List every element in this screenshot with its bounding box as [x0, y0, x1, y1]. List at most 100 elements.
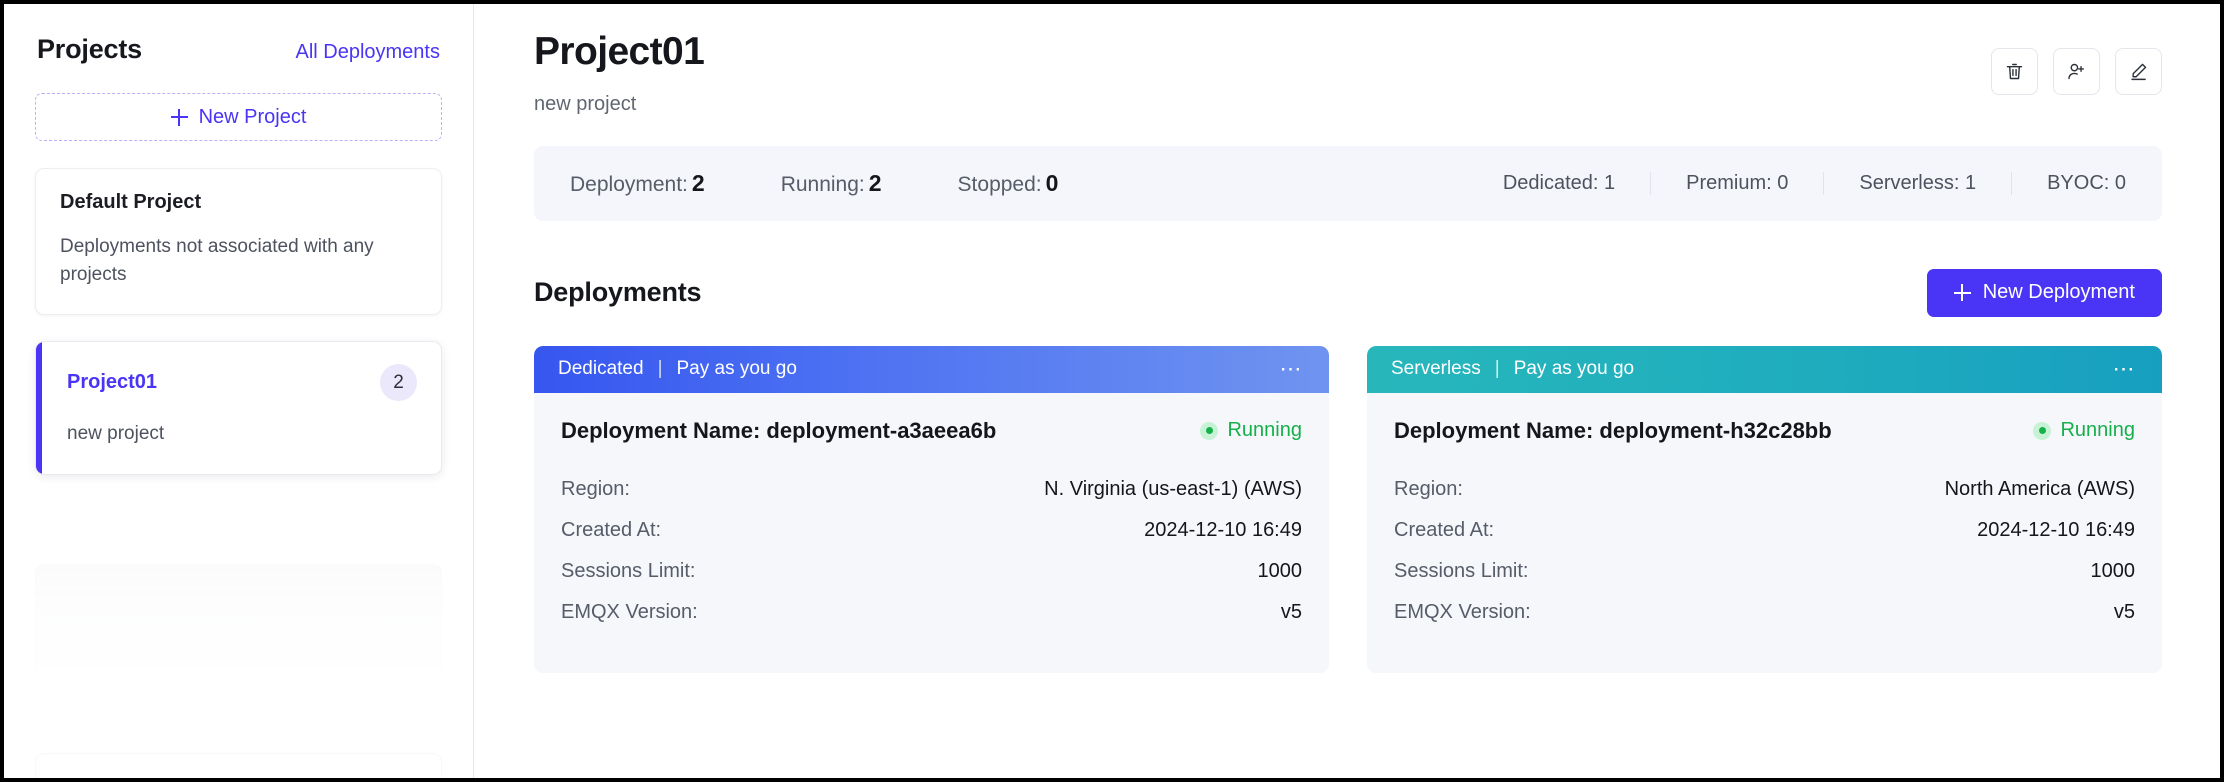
project-card-default[interactable]: Default Project Deployments not associat… [35, 168, 442, 315]
all-deployments-link[interactable]: All Deployments [295, 41, 440, 64]
stat-deployment-label: Deployment: [570, 173, 688, 196]
status-label: Running [1227, 419, 1302, 442]
detail-key: Sessions Limit: [561, 560, 696, 583]
project-stats-bar: Deployment:2 Running:2 Stopped:0 Dedicat… [534, 146, 2162, 221]
new-project-button-label: New Project [199, 106, 307, 129]
deployment-detail-row: Created At: 2024-12-10 16:49 [1394, 510, 2135, 551]
deployment-name-label: Deployment Name: [561, 418, 760, 443]
placeholder-card [35, 753, 442, 778]
detail-key: EMQX Version: [561, 601, 698, 624]
deployment-name-row: Deployment Name: deployment-a3aeea6b Run… [561, 418, 1302, 444]
page-subtitle: new project [534, 93, 704, 116]
deployment-name-row: Deployment Name: deployment-h32c28bb Run… [1394, 418, 2135, 444]
stat-byoc: BYOC: 0 [2012, 172, 2126, 195]
project-card-top-row: Default Project [60, 191, 417, 214]
deployment-card-header: Serverless | Pay as you go ⋯ [1367, 346, 2162, 393]
deployments-header: Deployments New Deployment [534, 269, 2162, 317]
deployments-heading: Deployments [534, 277, 701, 308]
deployment-detail-row: Sessions Limit: 1000 [561, 551, 1302, 592]
deployment-card-header: Dedicated | Pay as you go ⋯ [534, 346, 1329, 393]
status-label: Running [2060, 419, 2135, 442]
stat-stopped-value: 0 [1046, 170, 1059, 196]
detail-key: Region: [1394, 478, 1463, 501]
page-title: Project01 [534, 30, 704, 75]
add-member-button[interactable] [2053, 48, 2100, 95]
deployment-card[interactable]: Dedicated | Pay as you go ⋯ Deployment N… [534, 346, 1329, 673]
status-badge: Running [2017, 419, 2135, 442]
project-description: new project [67, 420, 417, 448]
delete-project-button[interactable] [1991, 48, 2038, 95]
primary-stats: Deployment:2 Running:2 Stopped:0 [570, 170, 1134, 197]
deployment-name: Deployment Name: deployment-h32c28bb [1394, 418, 1832, 444]
project-card-project01[interactable]: Project01 2 new project [35, 341, 442, 475]
project-header: Project01 new project [534, 30, 2162, 116]
stat-running-label: Running: [781, 173, 865, 196]
deployment-detail-row: Sessions Limit: 1000 [1394, 551, 2135, 592]
detail-value: v5 [1281, 601, 1302, 624]
plus-icon [1954, 284, 1971, 301]
deployment-name: Deployment Name: deployment-a3aeea6b [561, 418, 996, 444]
stat-deployment-value: 2 [692, 170, 705, 196]
project-actions [1991, 48, 2162, 95]
new-deployment-button-label: New Deployment [1983, 281, 2135, 304]
detail-key: Region: [561, 478, 630, 501]
separator: | [1495, 358, 1500, 380]
project-name: Default Project [60, 191, 201, 214]
deployment-name-value: deployment-h32c28bb [1599, 418, 1831, 443]
detail-value: 1000 [1258, 560, 1303, 583]
detail-value: v5 [2114, 601, 2135, 624]
placeholder-card [35, 564, 442, 729]
sidebar-title: Projects [37, 34, 142, 65]
deployment-billing: Pay as you go [677, 358, 797, 380]
detail-value: 2024-12-10 16:49 [1144, 519, 1302, 542]
detail-value: North America (AWS) [1945, 478, 2135, 501]
project-description: Deployments not associated with any proj… [60, 233, 417, 288]
detail-key: Sessions Limit: [1394, 560, 1529, 583]
project-card-top-row: Project01 2 [67, 364, 417, 401]
new-deployment-button[interactable]: New Deployment [1927, 269, 2162, 317]
project-name: Project01 [67, 371, 157, 394]
stat-running-value: 2 [869, 170, 882, 196]
status-dot-icon [2033, 422, 2051, 440]
detail-key: Created At: [1394, 519, 1494, 542]
trash-icon [2004, 61, 2025, 82]
new-project-button[interactable]: New Project [35, 93, 442, 141]
projects-sidebar: Projects All Deployments New Project Def… [4, 4, 474, 778]
deployment-detail-row: Region: North America (AWS) [1394, 469, 2135, 510]
stat-running: Running:2 [781, 170, 882, 197]
deployment-more-menu-icon[interactable]: ⋯ [1278, 354, 1306, 384]
sidebar-loading-placeholder [35, 564, 442, 778]
stat-serverless: Serverless: 1 [1824, 172, 2012, 195]
detail-value: 2024-12-10 16:49 [1977, 519, 2135, 542]
deployment-name-label: Deployment Name: [1394, 418, 1593, 443]
deployment-more-menu-icon[interactable]: ⋯ [2111, 354, 2139, 384]
plus-icon [171, 109, 188, 126]
deployment-card[interactable]: Serverless | Pay as you go ⋯ Deployment … [1367, 346, 2162, 673]
edit-project-button[interactable] [2115, 48, 2162, 95]
deployment-detail-row: Region: N. Virginia (us-east-1) (AWS) [561, 469, 1302, 510]
project-deployment-count-badge: 2 [380, 364, 417, 401]
deployment-name-value: deployment-a3aeea6b [766, 418, 996, 443]
deployment-detail-row: EMQX Version: v5 [561, 592, 1302, 633]
stat-deployment: Deployment:2 [570, 170, 705, 197]
deployment-kind: Serverless [1391, 358, 1481, 380]
secondary-stats: Dedicated: 1 Premium: 0 Serverless: 1 BY… [1468, 172, 2126, 195]
app-window: Projects All Deployments New Project Def… [0, 0, 2224, 782]
deployment-kind: Dedicated [558, 358, 644, 380]
deployment-billing: Pay as you go [1514, 358, 1634, 380]
stat-dedicated: Dedicated: 1 [1468, 172, 1651, 195]
separator: | [658, 358, 663, 380]
deployment-plan: Dedicated | Pay as you go [558, 358, 797, 380]
project-header-text: Project01 new project [534, 30, 704, 116]
stat-premium: Premium: 0 [1651, 172, 1824, 195]
pencil-icon [2128, 61, 2149, 82]
detail-key: Created At: [561, 519, 661, 542]
deployment-card-body: Deployment Name: deployment-h32c28bb Run… [1367, 393, 2162, 673]
stat-stopped: Stopped:0 [958, 170, 1059, 197]
stat-stopped-label: Stopped: [958, 173, 1042, 196]
status-badge: Running [1184, 419, 1302, 442]
deployments-grid: Dedicated | Pay as you go ⋯ Deployment N… [534, 346, 2162, 673]
deployment-card-body: Deployment Name: deployment-a3aeea6b Run… [534, 393, 1329, 673]
detail-value: 1000 [2091, 560, 2136, 583]
detail-key: EMQX Version: [1394, 601, 1531, 624]
